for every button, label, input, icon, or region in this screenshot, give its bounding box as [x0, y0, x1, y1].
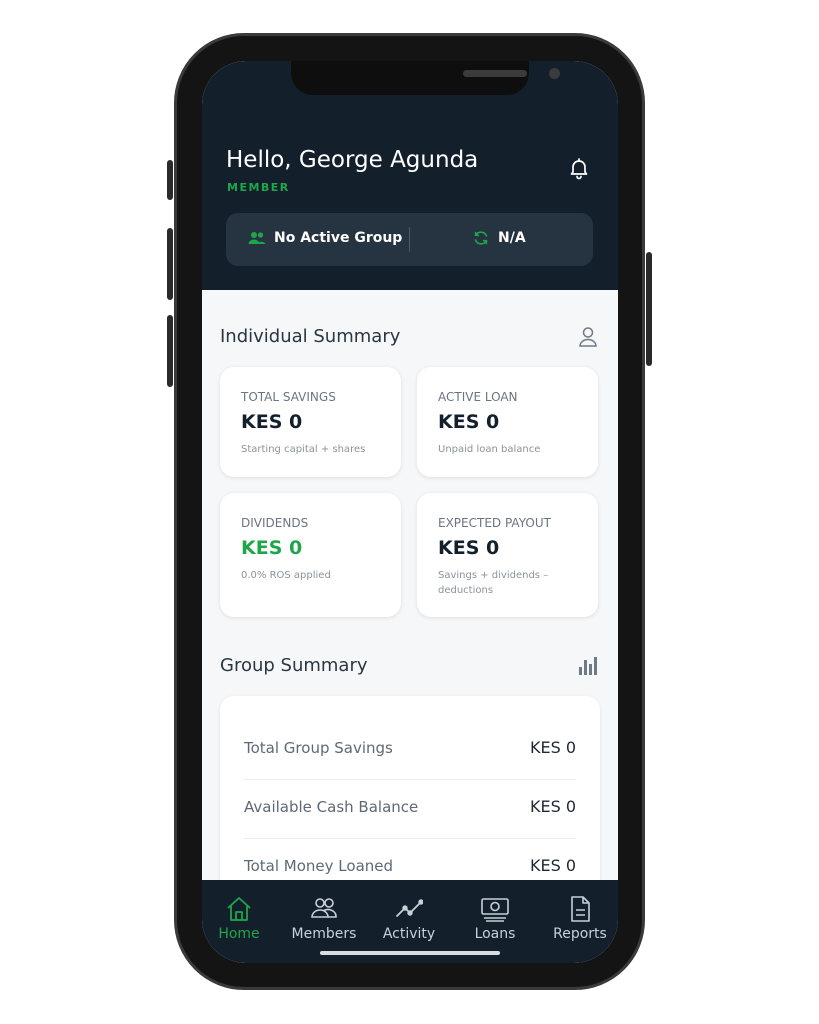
reports-icon — [571, 896, 590, 922]
tab-members[interactable]: Members — [282, 896, 366, 942]
card-note: 0.0% ROS applied — [241, 570, 331, 581]
refresh-icon — [474, 231, 488, 245]
greeting-text: Hello, George Agunda — [226, 147, 479, 173]
volume-down-button — [167, 315, 173, 387]
loans-icon — [481, 898, 509, 922]
role-badge: MEMBER — [227, 181, 290, 194]
group-status[interactable]: N/A — [473, 230, 526, 246]
tab-loans[interactable]: Loans — [453, 896, 537, 942]
row-value: KES 0 — [529, 797, 576, 816]
notch — [291, 61, 560, 95]
dividends-card[interactable]: DIVIDENDS KES 0 0.0% ROS applied — [220, 493, 401, 617]
card-value: KES 0 — [438, 537, 500, 559]
user-icon — [579, 327, 597, 347]
speaker — [463, 70, 527, 77]
row-value: KES 0 — [529, 856, 576, 875]
group-summary-row: Available Cash Balance KES 0 — [244, 779, 576, 839]
tab-label: Activity — [382, 926, 436, 942]
tab-label: Reports — [553, 926, 607, 942]
home-icon — [227, 897, 251, 921]
card-note: Starting capital + shares — [241, 444, 366, 455]
group-bar-divider — [409, 227, 410, 252]
tab-reports[interactable]: Reports — [538, 896, 618, 942]
tab-home[interactable]: Home — [202, 896, 281, 942]
tab-activity[interactable]: Activity — [367, 896, 451, 942]
row-label: Total Group Savings — [244, 739, 393, 757]
active-loan-card[interactable]: ACTIVE LOAN KES 0 Unpaid loan balance — [417, 367, 598, 477]
card-note: Unpaid loan balance — [438, 444, 541, 455]
front-camera — [549, 68, 560, 79]
row-label: Available Cash Balance — [244, 798, 419, 816]
card-label: ACTIVE LOAN — [438, 390, 518, 404]
notification-bell-icon[interactable] — [567, 156, 591, 180]
tab-label: Members — [291, 926, 357, 942]
volume-up-button — [167, 228, 173, 300]
total-savings-card[interactable]: TOTAL SAVINGS KES 0 Starting capital + s… — [220, 367, 401, 477]
activity-icon — [396, 899, 423, 917]
tab-label: Home — [218, 926, 260, 942]
bottom-tab-bar: Home Members Activity Loans Reports — [202, 880, 618, 963]
card-label: DIVIDENDS — [241, 516, 309, 530]
group-icon — [248, 232, 266, 244]
card-label: EXPECTED PAYOUT — [438, 516, 551, 530]
bar-chart-icon — [579, 657, 597, 675]
group-summary-title: Group Summary — [220, 655, 368, 676]
active-group[interactable]: No Active Group — [248, 230, 402, 246]
row-value: KES 0 — [529, 738, 576, 757]
card-value: KES 0 — [241, 537, 303, 559]
members-icon — [311, 898, 337, 918]
home-indicator[interactable] — [320, 951, 500, 955]
power-button — [646, 252, 652, 366]
card-note: Savings + dividends – deductions — [438, 570, 549, 596]
tab-label: Loans — [474, 926, 516, 942]
group-selector[interactable]: No Active Group N/A — [226, 213, 593, 266]
card-value: KES 0 — [241, 411, 303, 433]
group-summary-row: Total Group Savings KES 0 — [244, 720, 576, 780]
card-value: KES 0 — [438, 411, 500, 433]
card-label: TOTAL SAVINGS — [241, 390, 336, 404]
mute-switch — [167, 160, 173, 200]
individual-summary-title: Individual Summary — [220, 326, 401, 347]
row-label: Total Money Loaned — [244, 857, 394, 875]
group-status-label: N/A — [498, 230, 526, 246]
dashboard-header: Hello, George Agunda MEMBER No Active Gr… — [202, 61, 618, 290]
expected-payout-card[interactable]: EXPECTED PAYOUT KES 0 Savings + dividend… — [417, 493, 598, 617]
app-screen: Hello, George Agunda MEMBER No Active Gr… — [202, 61, 618, 963]
active-group-label: No Active Group — [274, 230, 403, 246]
